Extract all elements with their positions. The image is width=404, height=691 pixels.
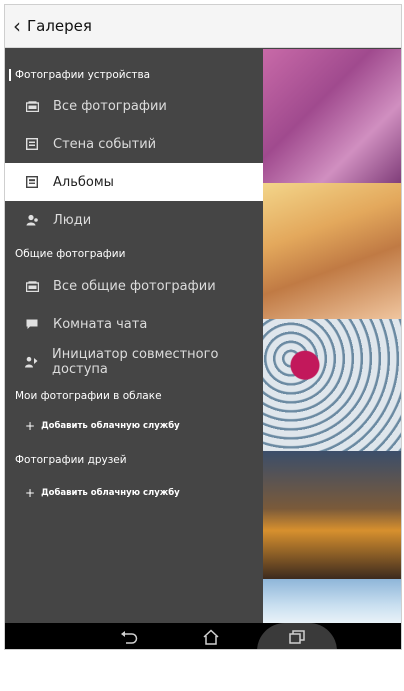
system-nav-bar	[5, 623, 401, 649]
add-cloud-service-label: Добавить облачную службу	[41, 488, 180, 498]
plus-icon: +	[25, 486, 36, 500]
section-shared-photos: Общие фотографии	[15, 248, 126, 260]
home-icon[interactable]	[193, 623, 229, 649]
back-icon[interactable]	[111, 623, 147, 649]
drawer-item-label: Люди	[53, 212, 92, 228]
add-cloud-service-button-friends[interactable]: + Добавить облачную службу	[5, 482, 263, 504]
drawer-item-albums[interactable]: Альбомы	[5, 163, 263, 201]
photo-thumbnail-butterfly-stones[interactable]	[263, 319, 401, 451]
photo-thumbnail-autumn-park[interactable]	[263, 451, 401, 579]
drawer-item-label: Альбомы	[53, 174, 114, 190]
photos-icon	[25, 99, 39, 113]
section-cloud-photos: Мои фотографии в облаке	[15, 390, 162, 402]
photo-thumbnail-cakes[interactable]	[263, 183, 401, 319]
album-icon	[25, 175, 39, 189]
drawer-item-all-photos[interactable]: Все фотографии	[5, 87, 263, 125]
drawer-item-share-initiator[interactable]: Инициатор совместного доступа	[5, 343, 263, 381]
drawer-item-all-shared[interactable]: Все общие фотографии	[5, 267, 263, 305]
drawer-item-people[interactable]: Люди	[5, 201, 263, 239]
photo-thumbnail-butterflies[interactable]	[263, 49, 401, 183]
share-initiator-icon	[25, 355, 38, 369]
recents-icon[interactable]	[279, 623, 315, 649]
chat-icon	[25, 317, 39, 331]
title-bar: ‹ Галерея	[5, 5, 401, 48]
photo-thumbnail-snowman[interactable]	[263, 579, 401, 623]
back-icon[interactable]: ‹	[13, 16, 21, 36]
people-icon	[25, 213, 39, 227]
add-cloud-service-button[interactable]: + Добавить облачную службу	[5, 415, 263, 437]
drawer-item-label: Комната чата	[53, 316, 148, 332]
drawer-item-events-wall[interactable]: Стена событий	[5, 125, 263, 163]
section-device-photos: Фотографии устройства	[5, 64, 263, 86]
drawer-item-label: Инициатор совместного доступа	[52, 347, 219, 377]
calendar-icon	[25, 137, 39, 151]
drawer-item-label: Стена событий	[53, 136, 157, 152]
section-friends-photos: Фотографии друзей	[15, 454, 127, 466]
navigation-drawer: Фотографии устройства Все фотографии Сте…	[5, 49, 263, 623]
add-cloud-service-label: Добавить облачную службу	[41, 421, 180, 431]
drawer-item-label: Все фотографии	[53, 98, 167, 114]
plus-icon: +	[25, 419, 36, 433]
page-title: Галерея	[27, 17, 92, 35]
photo-grid	[263, 49, 401, 623]
drawer-item-chat-room[interactable]: Комната чата	[5, 305, 263, 343]
screen: ‹ Галерея Фотографии устройства Все фото…	[4, 4, 402, 650]
shared-photos-icon	[25, 279, 39, 293]
drawer-item-label: Все общие фотографии	[53, 278, 216, 294]
